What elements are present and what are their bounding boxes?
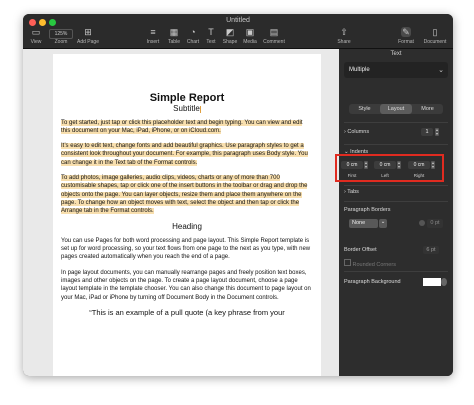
divider [344, 122, 448, 123]
pilcrow-mark [199, 105, 201, 113]
indent-right-field[interactable]: 0 cm [408, 161, 430, 169]
indent-left-label: Left [381, 173, 389, 178]
comment-button[interactable]: ▤ Comment [261, 27, 287, 45]
media-icon: ▣ [245, 27, 255, 37]
divider [344, 201, 448, 202]
border-offset-field[interactable]: 6 pt [423, 246, 439, 254]
add-page-icon: ⊞ [84, 27, 92, 37]
view-button[interactable]: ▭ View [27, 27, 45, 45]
indent-right-stepper[interactable]: ▴ ▾ [431, 161, 435, 169]
shape-icon: ◩ [225, 27, 235, 37]
chevron-right-icon[interactable]: › [344, 189, 346, 195]
window-title: Untitled [226, 17, 250, 24]
document-button[interactable]: ▯ Document [421, 27, 449, 45]
divider [344, 144, 448, 145]
columns-stepper[interactable]: ▴ ▾ [435, 128, 439, 136]
paragraph[interactable]: To get started, just tap or click this p… [61, 119, 313, 136]
indent-first-field[interactable]: 0 cm [341, 161, 363, 169]
pull-quote[interactable]: “This is an example of a pull quote (a k… [61, 308, 313, 317]
paintbrush-icon: ✎ [401, 27, 411, 37]
paragraph-style-select[interactable]: Multiple ⌄ [344, 62, 448, 78]
text-tabs: Style Layout More [349, 104, 443, 114]
zoom-label: Zoom [54, 39, 68, 45]
border-width-field[interactable]: 0 pt [427, 219, 443, 228]
tab-more[interactable]: More [412, 104, 443, 114]
document-subtitle[interactable]: Subtitle [53, 105, 321, 113]
add-page-button[interactable]: ⊞ Add Page [77, 27, 99, 45]
media-button[interactable]: ▣ Media [241, 27, 259, 45]
divider [344, 271, 448, 272]
paragraph-borders-label: Paragraph Borders [344, 207, 391, 213]
share-icon: ⇧ [340, 27, 348, 37]
sidebar-header: Text [390, 51, 402, 57]
background-color-well[interactable] [423, 278, 441, 286]
border-offset-label: Border Offset [344, 247, 377, 253]
format-sidebar: Text Multiple ⌄ Style Layout More › Colu… [339, 49, 453, 376]
body-text[interactable]: To get started, just tap or click this p… [53, 119, 321, 318]
zoom-select[interactable]: 125% [49, 29, 73, 39]
tab-style[interactable]: Style [349, 104, 380, 114]
paragraph[interactable]: To add photos, image galleries, audio cl… [61, 174, 313, 215]
sidebar-icon: ▭ [31, 27, 41, 37]
document-icon: ▯ [432, 27, 438, 37]
text-button[interactable]: T Text [203, 27, 219, 45]
text-box-icon: T [208, 27, 214, 37]
table-button[interactable]: ▦ Table [165, 27, 183, 45]
pages-window: Untitled ▭ View 125% Zoom ⊞ Add Page ≡ I… [23, 14, 453, 376]
document-page[interactable]: Simple Report Subtitle To get started, j… [53, 54, 321, 376]
paragraph[interactable]: You can use Pages for both word processi… [61, 237, 313, 262]
divider [344, 185, 448, 186]
shape-button[interactable]: ◩ Shape [221, 27, 239, 45]
paragraph-background-label: Paragraph Background [344, 279, 401, 285]
table-icon: ▦ [169, 27, 179, 37]
indent-right-label: Right [413, 173, 425, 178]
insert-button[interactable]: ≡ Insert [144, 27, 162, 45]
format-button[interactable]: ✎ Format [395, 27, 417, 45]
indent-first-label: First [347, 173, 357, 178]
rounded-corners-row: Rounded Corners [344, 259, 396, 268]
border-style-select[interactable]: None [349, 219, 378, 228]
insert-icon: ≡ [150, 27, 156, 37]
rounded-corners-checkbox[interactable] [344, 259, 351, 266]
tabs-row: › Tabs [344, 189, 359, 195]
border-color-well[interactable] [419, 220, 425, 226]
chevron-right-icon[interactable]: › [344, 129, 346, 135]
indent-first-stepper[interactable]: ▴ ▾ [364, 161, 368, 169]
chevron-down-icon: ⌄ [438, 67, 444, 74]
chart-button[interactable]: ◔ Chart [184, 27, 202, 45]
chevron-down-icon[interactable]: ⌄ [379, 219, 387, 228]
indent-left-stepper[interactable]: ▴ ▾ [397, 161, 401, 169]
section-heading[interactable]: Heading [61, 222, 313, 231]
columns-field[interactable]: 1 [421, 128, 433, 136]
columns-row: › Columns [344, 129, 370, 135]
paragraph[interactable]: In page layout documents, you can manual… [61, 269, 313, 302]
color-picker-icon[interactable] [441, 278, 447, 286]
tab-layout[interactable]: Layout [380, 104, 412, 114]
share-button[interactable]: ⇧ Share [334, 27, 354, 45]
chart-icon: ◔ [190, 27, 196, 37]
toolbar: Untitled ▭ View 125% Zoom ⊞ Add Page ≡ I… [23, 14, 453, 49]
comment-icon: ▤ [269, 27, 279, 37]
paragraph[interactable]: It’s easy to edit text, change fonts and… [61, 142, 313, 167]
indent-left-field[interactable]: 0 cm [374, 161, 396, 169]
document-title[interactable]: Simple Report [53, 92, 321, 103]
